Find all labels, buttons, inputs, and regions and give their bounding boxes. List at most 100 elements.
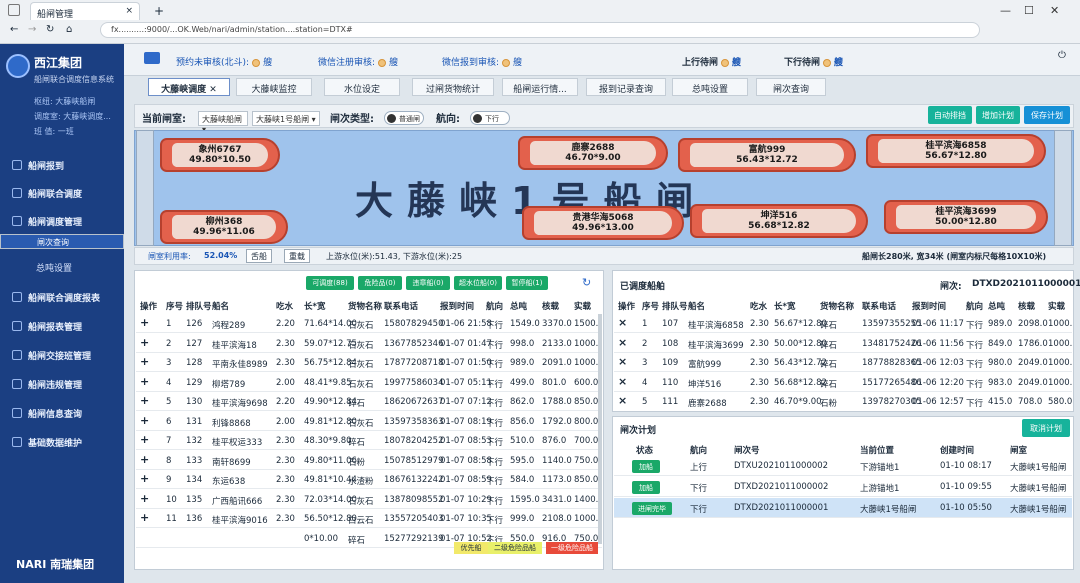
add-ship-icon[interactable]: + bbox=[140, 472, 149, 485]
table-row[interactable]: +6 131 利锋8868 2.00 49.81*12.80 石灰石 13597358363… bbox=[136, 412, 602, 431]
add-plan-button[interactable]: 增加计划 bbox=[976, 106, 1020, 124]
remove-ship-icon[interactable]: × bbox=[618, 336, 627, 349]
stat-booking[interactable]: 预约未审核(北斗): 艘 bbox=[176, 55, 272, 68]
nav-dispatch-manage[interactable]: 船闸调度管理 bbox=[0, 210, 124, 232]
ship-berth[interactable]: 桂平滨海3699 50.00*12.80 bbox=[884, 200, 1048, 234]
address-bar[interactable]: fx..........:9000/...OK.Web/nari/admin/s… bbox=[100, 22, 980, 38]
save-plan-button[interactable]: 保存计划 bbox=[1024, 106, 1070, 124]
remove-ship-icon[interactable]: × bbox=[618, 394, 627, 407]
lock-select[interactable]: 大藤峡1号船闸 ▾ bbox=[252, 111, 320, 126]
table-row[interactable]: +7 132 桂平权运333 2.30 48.30*9.80 碎石 18078204252 0… bbox=[136, 431, 602, 450]
table-row[interactable]: +3 128 平南永佳8989 2.30 56.75*12.84 石灰石 178772087… bbox=[136, 353, 602, 372]
add-ship-icon[interactable]: + bbox=[140, 355, 149, 368]
new-tab-icon[interactable]: + bbox=[154, 4, 164, 18]
minimize-icon[interactable]: — bbox=[1000, 4, 1011, 17]
add-ship-icon[interactable]: + bbox=[140, 492, 149, 505]
table-row[interactable]: × 1 107 桂平滨海6858 2.30 56.67*12.80 碎石 1359735525… bbox=[614, 314, 1072, 333]
close-window-icon[interactable]: ✕ bbox=[1050, 4, 1059, 17]
auto-arrange-button[interactable]: 自动排挡 bbox=[928, 106, 972, 124]
menu-toggle-icon[interactable] bbox=[144, 52, 160, 64]
remove-ship-icon[interactable]: × bbox=[618, 316, 627, 329]
tab-lock-operation[interactable]: 船闸运行情... bbox=[502, 78, 578, 96]
add-ship-icon[interactable]: + bbox=[140, 414, 149, 427]
tab-lock-query[interactable]: 闸次查询 bbox=[756, 78, 826, 96]
tab-dateng-dispatch[interactable]: 大藤峡调度 ✕ bbox=[148, 78, 230, 96]
filter-dispatchable[interactable]: 可调度(88) bbox=[306, 276, 354, 290]
table-row[interactable]: × 3 109 富航999 2.30 56.43*12.72 碎石 18778828365 01… bbox=[614, 353, 1072, 372]
add-ship-icon[interactable]: + bbox=[140, 511, 149, 524]
ship-berth[interactable]: 象州6767 49.80*10.50 bbox=[160, 138, 280, 172]
cut-ship-button[interactable]: 舌船 bbox=[246, 249, 272, 263]
table-row[interactable]: +8 133 南轩8699 2.30 49.80*11.06 石粉 15078512979 0… bbox=[136, 451, 602, 470]
remove-ship-icon[interactable]: × bbox=[618, 375, 627, 388]
nav-base-data[interactable]: 基础数据维护 bbox=[0, 431, 124, 453]
stat-up-waiting[interactable]: 上行待闸 艘 bbox=[682, 55, 741, 68]
table-row[interactable]: +2 127 桂平滨海18 2.30 59.07*12.75 石灰石 13677852346… bbox=[136, 334, 602, 353]
table-row[interactable]: +5 130 桂平滨海9698 2.20 49.90*12.84 碎石 1862067263… bbox=[136, 392, 602, 411]
nav-shift-handover[interactable]: 船闸交接班管理 bbox=[0, 344, 124, 366]
nav-tonnage-setting[interactable]: 总吨设置 bbox=[0, 256, 124, 278]
direction-toggle[interactable]: 下行 bbox=[470, 111, 510, 125]
filter-dangerous[interactable]: 危险品(0) bbox=[358, 276, 402, 290]
remove-ship-icon[interactable]: × bbox=[618, 355, 627, 368]
add-ship-icon[interactable]: + bbox=[140, 394, 149, 407]
hub-select[interactable]: 大藤峡船闸 ▾ bbox=[198, 111, 248, 134]
add-ship-icon[interactable]: + bbox=[140, 375, 149, 388]
lock-type-toggle[interactable]: 普通闸 bbox=[384, 111, 424, 125]
tab-water-level[interactable]: 水位设定 bbox=[324, 78, 400, 96]
nav-violation[interactable]: 船闸违规管理 bbox=[0, 373, 124, 395]
tab-report-records[interactable]: 报到记录查询 bbox=[586, 78, 666, 96]
table-row[interactable]: +11 136 桂平滨海9016 2.30 56.50*12.80 白云石 13557205… bbox=[136, 509, 602, 528]
maximize-icon[interactable]: ☐ bbox=[1024, 4, 1034, 17]
table-row[interactable]: × 5 111 鹿寨2688 2.30 46.70*9.00 石粉 13978270305 01… bbox=[614, 392, 1072, 410]
back-icon[interactable]: ← bbox=[10, 24, 18, 35]
power-icon[interactable]: ⏻ bbox=[1058, 50, 1066, 61]
ship-berth[interactable]: 桂平滨海6858 56.67*12.80 bbox=[866, 134, 1046, 168]
table-row[interactable]: +9 134 东运638 2.30 49.81*10.44 水渣粉 18676132242 0… bbox=[136, 470, 602, 489]
nav-ship-report[interactable]: 船闸报到 bbox=[0, 154, 124, 176]
add-ship-icon[interactable]: + bbox=[140, 453, 149, 466]
plan-row[interactable]: 加船 上行 DTXU2021011000002 下游锚地1 01-10 08:17 大藤峡… bbox=[614, 456, 1072, 476]
window-menu-icon[interactable] bbox=[8, 4, 20, 16]
table-row[interactable]: × 2 108 桂平滨海3699 2.30 50.00*12.80 碎石 1348175242… bbox=[614, 334, 1072, 353]
ship-berth[interactable]: 富航999 56.43*12.72 bbox=[678, 138, 856, 172]
nav-report-manage[interactable]: 船闸报表管理 bbox=[0, 315, 124, 337]
filter-paused[interactable]: 暂停船(1) bbox=[506, 276, 548, 290]
table-cell: 01-06 11:17 bbox=[912, 319, 964, 329]
add-ship-icon[interactable]: + bbox=[140, 433, 149, 446]
add-ship-icon[interactable]: + bbox=[140, 336, 149, 349]
plan-row[interactable]: 加船 下行 DTXD2021011000002 上游锚地1 01-10 09:55 大藤峡… bbox=[614, 477, 1072, 497]
stat-wechat-register[interactable]: 微信注册审核: 艘 bbox=[318, 55, 398, 68]
filter-violation[interactable]: 违章船(0) bbox=[406, 276, 450, 290]
ship-berth[interactable]: 鹿寨2688 46.70*9.00 bbox=[518, 136, 668, 170]
stat-wechat-report[interactable]: 微信报到审核: 艘 bbox=[442, 55, 522, 68]
home-icon[interactable]: ⌂ bbox=[66, 24, 72, 35]
table-row[interactable]: × 4 110 坤洋516 2.30 56.68*12.82 碎石 15177265486 01… bbox=[614, 373, 1072, 392]
reload-icon[interactable]: ↻ bbox=[46, 24, 54, 35]
stat-down-waiting[interactable]: 下行待闸 艘 bbox=[784, 55, 843, 68]
scrollbar[interactable] bbox=[598, 314, 602, 544]
table-row[interactable]: +4 129 柳塔789 2.00 48.41*9.85 石灰石 19977586034 01… bbox=[136, 373, 602, 392]
add-ship-icon[interactable]: + bbox=[140, 316, 149, 329]
table-row[interactable]: +10 135 广西船讯666 2.30 72.03*14.00 石灰石 138780985… bbox=[136, 490, 602, 509]
close-tab-icon[interactable]: ✕ bbox=[209, 85, 217, 95]
nav-lock-query[interactable]: 闸次查询 bbox=[0, 234, 124, 249]
refresh-icon[interactable]: ↻ bbox=[582, 276, 591, 289]
close-tab-icon[interactable]: × bbox=[125, 6, 133, 16]
ship-berth[interactable]: 贵港华海5068 49.96*13.00 bbox=[522, 206, 684, 240]
filter-over-water[interactable]: 超水位船(0) bbox=[454, 276, 502, 290]
forward-icon[interactable]: → bbox=[28, 24, 36, 35]
cancel-plan-button[interactable]: 取消计划 bbox=[1022, 419, 1070, 437]
nav-joint-dispatch[interactable]: 船闸联合调度 bbox=[0, 182, 124, 204]
nav-info-query[interactable]: 船闸信息查询 bbox=[0, 402, 124, 424]
reload-button[interactable]: 重载 bbox=[284, 249, 310, 263]
tab-tonnage-setting[interactable]: 总吨设置 bbox=[672, 78, 748, 96]
browser-tab[interactable]: 船闸管理 × bbox=[30, 2, 140, 20]
ship-berth[interactable]: 柳州368 49.96*11.06 bbox=[160, 210, 288, 244]
tab-cargo-stats[interactable]: 过闸货物统计 bbox=[412, 78, 494, 96]
ship-berth[interactable]: 坤洋516 56.68*12.82 bbox=[690, 204, 868, 238]
nav-joint-report[interactable]: 船闸联合调度报表 bbox=[0, 286, 124, 308]
tab-dateng-monitor[interactable]: 大藤峡监控 bbox=[236, 78, 312, 96]
plan-row[interactable]: 进闸完毕 下行 DTXD2021011000001 大藤峡1号船闸 01-10 05:5… bbox=[614, 498, 1072, 518]
table-row[interactable]: +1 126 鸿程289 2.20 71.64*14.00 石灰石 15807829450 0… bbox=[136, 314, 602, 333]
